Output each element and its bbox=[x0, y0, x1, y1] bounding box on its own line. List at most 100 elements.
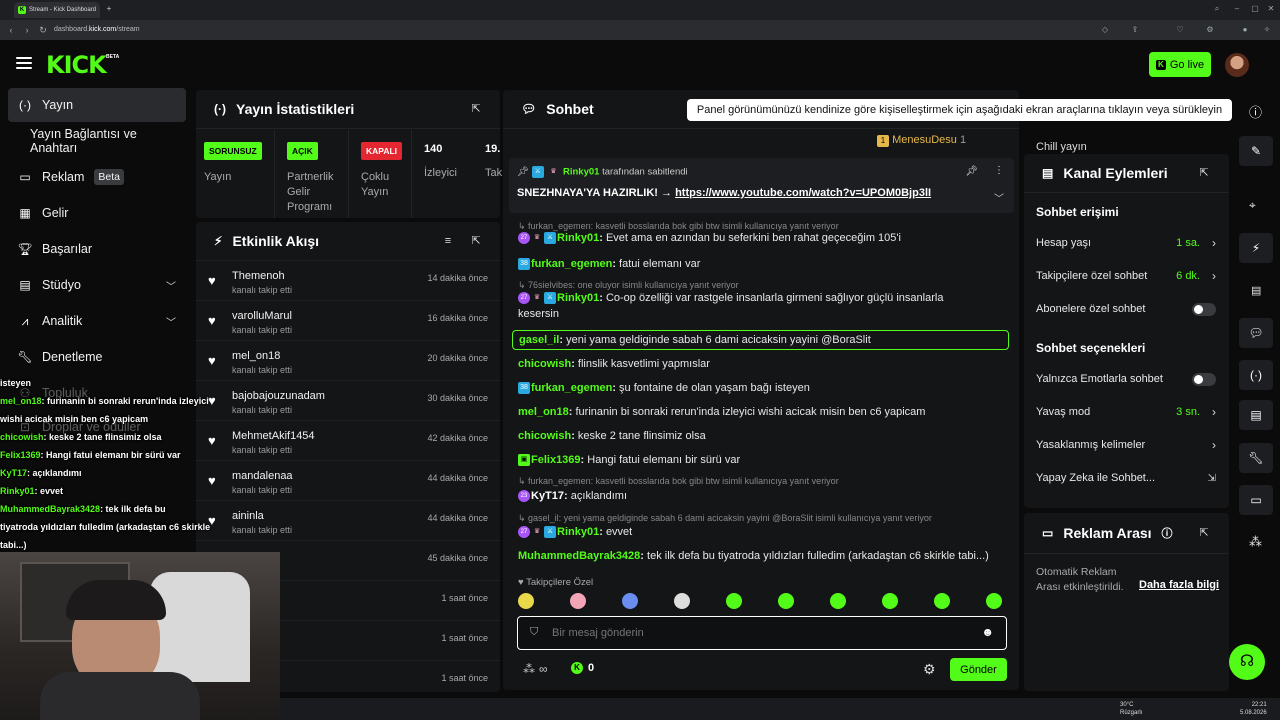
chat-username[interactable]: mel_on18 bbox=[518, 406, 569, 418]
minimize-icon[interactable]: – bbox=[1232, 4, 1242, 14]
clock[interactable]: 22:21 5.08.2026 bbox=[1240, 701, 1267, 717]
chat-message[interactable]: 27 ♛ ⚔ Rinky01: Co-op özelliği var rastgele… bbox=[518, 292, 943, 305]
favorite-icon[interactable]: ♡ bbox=[1175, 25, 1185, 35]
edit-icon[interactable]: ✎ bbox=[1239, 136, 1273, 166]
activity-row[interactable]: ♥︎ aininla kanalı takip etti 44 dakika önce bbox=[196, 500, 500, 540]
activity-row[interactable]: ♥︎ MehmetAkif1454 kanalı takip etti 42 daki… bbox=[196, 420, 500, 460]
support-icon[interactable]: ☊ bbox=[1229, 644, 1265, 680]
sidebar-item-stream-key[interactable]: Yayın Bağlantısı ve Anahtarı bbox=[8, 124, 186, 158]
send-button[interactable]: Gönder bbox=[950, 658, 1007, 681]
chat-message[interactable]: ▣ Felix1369: Hangi fatui elemanı bir sürü… bbox=[518, 454, 740, 467]
chat-message[interactable]: 38 furkan_egemen: şu fontaine de olan yaş… bbox=[518, 382, 810, 395]
popout-icon[interactable]: ⇱ bbox=[470, 235, 482, 247]
chat-bubble-icon[interactable]: 💬︎ bbox=[1239, 318, 1273, 348]
weather-widget[interactable]: 30°C Rüzgarlı bbox=[1120, 701, 1142, 717]
info-icon[interactable]: ⓘ bbox=[1249, 102, 1262, 121]
chat-username[interactable]: furkan_egemen bbox=[531, 382, 612, 394]
activity-row[interactable]: ♥︎ mel_on18 kanalı takip etti 20 dakika önc… bbox=[196, 340, 500, 380]
reload-icon[interactable]: ↻ bbox=[38, 25, 48, 36]
popout-icon[interactable]: ⇱ bbox=[1198, 167, 1210, 179]
sidebar-item-stream[interactable]: (·) Yayın bbox=[8, 88, 186, 122]
chat-username[interactable]: chicowish bbox=[518, 430, 571, 442]
broadcast-icon[interactable]: (·) bbox=[1239, 360, 1273, 390]
chat-input-box[interactable]: ⛉ ☻ bbox=[517, 616, 1007, 650]
chat-username[interactable]: Rinky01 bbox=[557, 232, 599, 244]
filter-icon[interactable]: ≡ bbox=[442, 235, 454, 247]
emote-icon[interactable] bbox=[986, 593, 1002, 609]
search-icon[interactable]: ⌕ bbox=[1212, 4, 1222, 14]
maximize-icon[interactable]: ▢ bbox=[1250, 4, 1260, 14]
sidebar-item-moderation[interactable]: 🔧︎ Denetleme bbox=[8, 340, 186, 374]
emote-icon[interactable] bbox=[622, 593, 638, 609]
sidebar-item-revenue[interactable]: ▦ Gelir bbox=[8, 196, 186, 230]
back-icon[interactable]: ‹ bbox=[6, 25, 16, 35]
emoji-icon[interactable]: ☻ bbox=[981, 625, 994, 639]
target-icon[interactable]: ⌖ bbox=[1249, 198, 1256, 213]
slow-mode-row[interactable]: Yavaş mod 3 sn. › bbox=[1036, 402, 1218, 422]
wrench-icon[interactable]: 🔧︎ bbox=[1239, 443, 1273, 473]
banned-words-row[interactable]: Yasaklanmış kelimeler › bbox=[1036, 435, 1218, 455]
notes-icon[interactable]: ▤ bbox=[1251, 284, 1261, 297]
chat-username[interactable]: Rinky01 bbox=[557, 526, 599, 538]
chat-username[interactable]: chicowish bbox=[518, 358, 571, 370]
emote-icon[interactable] bbox=[726, 593, 742, 609]
chat-input[interactable] bbox=[552, 624, 972, 642]
followers-chat-row[interactable]: Takipçilere özel sohbet 6 dk. › bbox=[1036, 266, 1218, 286]
activity-row[interactable]: ♥︎ varolluMarul kanalı takip etti 16 dakika… bbox=[196, 300, 500, 340]
sidebar-item-analytics[interactable]: ⩘ Analitik ﹀ bbox=[8, 304, 186, 338]
emote-icon[interactable] bbox=[674, 593, 690, 609]
browser-tab[interactable]: K Stream - Kick Dashboard bbox=[14, 2, 100, 18]
chat-message[interactable]: gasel_il: yeni yama geldiginde sabah 6 d… bbox=[512, 330, 1009, 350]
activity-row[interactable]: ♥︎ bajobajouzunadam kanalı takip etti 30 da… bbox=[196, 380, 500, 420]
reply-context[interactable]: ↳ furkan_egemen: kasvetli bosslarıda bok… bbox=[518, 221, 839, 232]
emote-icon[interactable] bbox=[882, 593, 898, 609]
chat-message[interactable]: chicowish: keske 2 tane flinsimiz olsa bbox=[518, 430, 706, 442]
url-field[interactable]: dashboard.kick.com/stream bbox=[54, 24, 140, 36]
community-icon[interactable]: ⁂ bbox=[1249, 534, 1262, 550]
emote-icon[interactable] bbox=[934, 593, 950, 609]
extension-icon[interactable]: ◇ bbox=[1100, 25, 1110, 35]
account-age-row[interactable]: Hesap yaşı 1 sa. › bbox=[1036, 233, 1218, 253]
chat-message[interactable]: 27 ♛ ⚔ Rinky01: evvet bbox=[518, 526, 632, 539]
chat-username[interactable]: gasel_il bbox=[519, 334, 559, 346]
ai-icon[interactable]: ✧ bbox=[1262, 25, 1272, 35]
forward-icon[interactable]: › bbox=[22, 25, 32, 35]
emotes-only-toggle[interactable] bbox=[1192, 372, 1216, 386]
emote-icon[interactable] bbox=[778, 593, 794, 609]
kick-logo[interactable]: KICK bbox=[46, 52, 107, 78]
reply-context[interactable]: ↳ 76sielvibes: one oluyor isimli kullanı… bbox=[518, 280, 739, 291]
chat-username[interactable]: Rinky01 bbox=[557, 292, 599, 304]
info-icon[interactable]: ⓘ bbox=[1162, 525, 1173, 541]
pinned-link[interactable]: https://www.youtube.com/watch?v=UPOM0Bjp… bbox=[675, 187, 931, 199]
reply-context[interactable]: ↳ furkan_egemen: kasvetli bosslarıda bok… bbox=[518, 476, 839, 487]
chat-username[interactable]: furkan_egemen bbox=[531, 258, 612, 270]
chat-username[interactable]: MuhammedBayrak3428 bbox=[518, 550, 640, 562]
more-options-icon[interactable]: ⋮ bbox=[994, 165, 1004, 176]
menu-icon[interactable] bbox=[16, 57, 32, 71]
chat-points[interactable]: ⁂ ∞ bbox=[523, 662, 548, 676]
learn-more-link[interactable]: Daha fazla bilgi bbox=[1139, 579, 1219, 591]
chat-username[interactable]: Felix1369 bbox=[531, 454, 581, 466]
emote-icon[interactable] bbox=[830, 593, 846, 609]
chat-message[interactable]: chicowish: flinslik kasvetlimi yapmıslar bbox=[518, 358, 710, 370]
top-gifter[interactable]: 1 MenesuDesu 1 bbox=[877, 134, 966, 147]
popout-icon[interactable]: ⇱ bbox=[1198, 527, 1210, 539]
tv-icon[interactable]: ▭ bbox=[1239, 485, 1273, 515]
chat-message[interactable]: 27 ♛ ⚔ Rinky01: Evet ama en azından bu sefe… bbox=[518, 232, 901, 245]
sidebar-item-studio[interactable]: ▤ Stüdyo ﹀ bbox=[8, 268, 186, 302]
settings-icon[interactable]: ⚙ bbox=[1205, 25, 1215, 35]
unpin-icon[interactable]: 📌︎ bbox=[965, 166, 978, 177]
chevron-down-icon[interactable]: ﹀ bbox=[994, 190, 1004, 205]
chat-username[interactable]: KyT17 bbox=[531, 490, 564, 502]
chat-message[interactable]: mel_on18: furinanin bi sonraki rerun'ind… bbox=[518, 406, 925, 418]
go-live-button[interactable]: K Go live bbox=[1149, 52, 1211, 77]
chat-message[interactable]: 38 furkan_egemen: fatui elemanı var bbox=[518, 258, 700, 271]
new-tab-icon[interactable]: + bbox=[104, 4, 114, 14]
lightning-icon[interactable]: ⚡︎ bbox=[1239, 233, 1273, 263]
popout-icon[interactable]: ⇱ bbox=[470, 103, 482, 115]
ai-chat-row[interactable]: Yapay Zeka ile Sohbet... ⇲ bbox=[1036, 468, 1218, 488]
activity-row[interactable]: ♥︎ Themenoh kanalı takip etti 14 dakika önc… bbox=[196, 260, 500, 300]
emote-icon[interactable] bbox=[518, 593, 534, 609]
pinned-message[interactable]: 📌︎ ⚔ ♛ Rinky01 tarafından sabitlendi SNE… bbox=[509, 158, 1014, 213]
subs-chat-toggle[interactable] bbox=[1192, 302, 1216, 316]
